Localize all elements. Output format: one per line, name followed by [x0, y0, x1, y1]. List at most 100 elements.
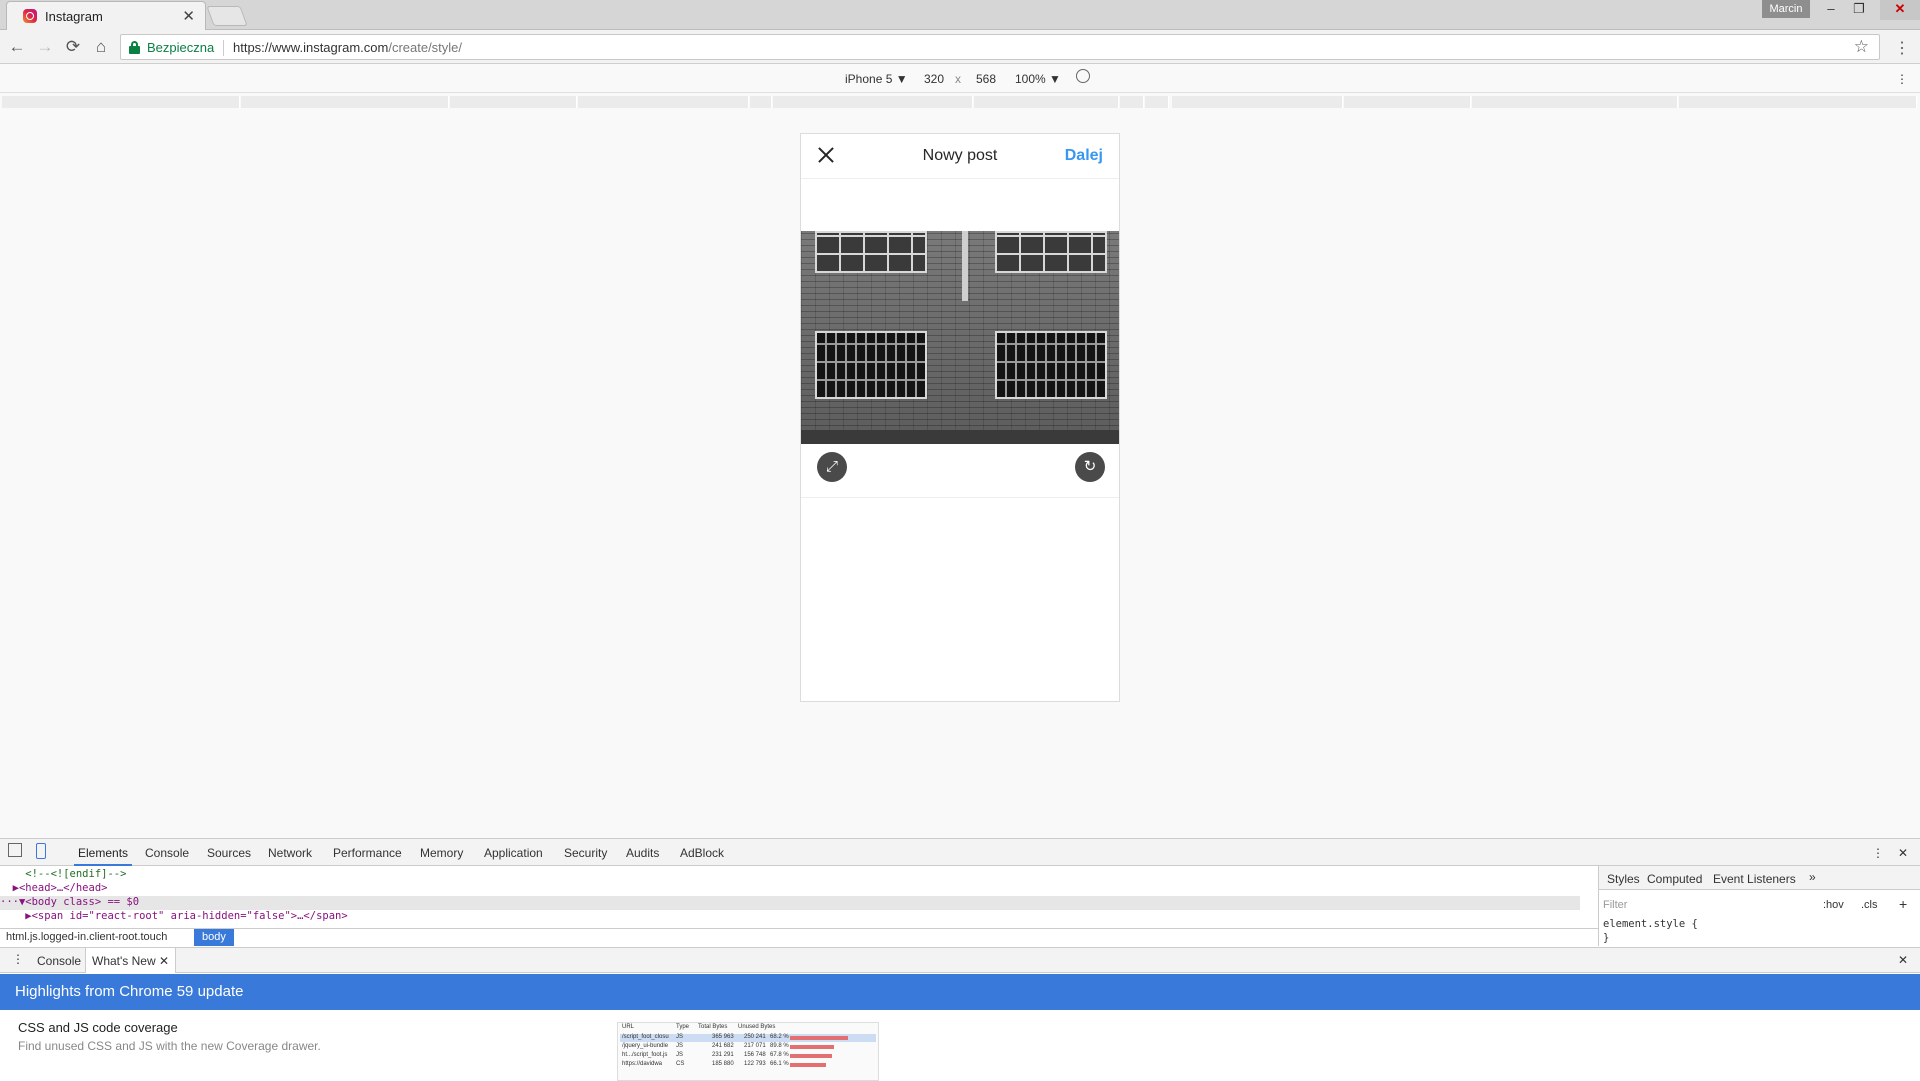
- drawer-tabbar: ⋮ Console What's New ✕ ✕: [0, 947, 1920, 973]
- browser-tab[interactable]: Instagram ✕: [6, 1, 206, 30]
- cov-head-unused: Unused Bytes: [738, 1024, 776, 1030]
- drawer-menu-icon[interactable]: ⋮: [12, 952, 24, 966]
- tab-elements[interactable]: Elements: [73, 846, 133, 866]
- code-line[interactable]: ···▼<body class> == $0: [0, 896, 1580, 910]
- breadcrumb-body[interactable]: body: [194, 929, 234, 946]
- coverage-row: ht.../script_foot.js JS 231 291 156 748 …: [620, 1052, 876, 1060]
- devtools-more-icon[interactable]: ⋮: [1872, 846, 1884, 860]
- cov-pct: 67.8 %: [770, 1052, 789, 1058]
- new-post-header: Nowy post Dalej: [801, 134, 1119, 179]
- tab-adblock[interactable]: AdBlock: [680, 846, 724, 860]
- cov-type: JS: [676, 1052, 684, 1058]
- coverage-screenshot: URL Type Total Bytes Unused Bytes /scrip…: [617, 1022, 879, 1081]
- add-rule-icon[interactable]: +: [1899, 896, 1907, 912]
- cov-unused: 217 071: [744, 1043, 766, 1049]
- tab-security[interactable]: Security: [564, 846, 607, 860]
- drawer-tab-label: What's New: [92, 954, 156, 968]
- device-more-icon[interactable]: ⋮: [1896, 72, 1908, 86]
- cov-total: 365 963: [712, 1034, 734, 1040]
- cov-url: /jquery_ui-bundle: [622, 1043, 669, 1049]
- cov-bar: [790, 1054, 832, 1058]
- browser-menu-icon[interactable]: ⋮: [1894, 38, 1910, 58]
- omnibox-separator: [223, 40, 224, 56]
- cov-total: 185 880: [712, 1061, 734, 1067]
- cov-pct: 68.2 %: [770, 1034, 789, 1040]
- new-tab-button[interactable]: [206, 6, 248, 26]
- code-line[interactable]: <!--<![endif]-->: [0, 868, 1580, 882]
- drawer-close-icon[interactable]: ✕: [1898, 953, 1908, 967]
- bookmark-star-icon[interactable]: ☆: [1854, 37, 1869, 57]
- tab-network[interactable]: Network: [268, 846, 312, 860]
- zoom-select[interactable]: 100% ▼: [1015, 72, 1061, 86]
- cov-bar: [790, 1045, 834, 1049]
- viewport-width-input[interactable]: 320: [924, 72, 944, 86]
- profile-user-badge[interactable]: Marcin: [1762, 0, 1810, 18]
- styles-filter-input[interactable]: Filter: [1603, 899, 1627, 911]
- window-close-button[interactable]: ✕: [1880, 0, 1920, 20]
- device-viewport: Nowy post Dalej ⤢ ↻: [800, 133, 1120, 702]
- rotate-icon[interactable]: [1076, 69, 1090, 83]
- drawer-tab-whats-new[interactable]: What's New ✕: [85, 948, 177, 973]
- viewport-height-input[interactable]: 568: [976, 72, 996, 86]
- drawer-tab-console[interactable]: Console: [37, 954, 81, 968]
- tab-memory[interactable]: Memory: [420, 846, 463, 860]
- tab-performance[interactable]: Performance: [333, 846, 402, 860]
- inspect-icon[interactable]: [8, 843, 22, 857]
- photo-window-bottom-left: [815, 331, 927, 399]
- secure-label[interactable]: Bezpieczna: [147, 40, 214, 55]
- cov-head-type: Type: [676, 1024, 690, 1030]
- cls-toggle[interactable]: .cls: [1861, 899, 1878, 911]
- tab-styles[interactable]: Styles: [1607, 872, 1640, 886]
- code-line[interactable]: ▶<span id="react-root" aria-hidden="fals…: [0, 910, 1580, 924]
- tab-title: Instagram: [45, 9, 103, 24]
- cov-type: JS: [676, 1043, 684, 1049]
- forward-arrow-icon[interactable]: →: [36, 38, 54, 56]
- cov-url: ht.../script_foot.js: [622, 1052, 668, 1058]
- tab-audits[interactable]: Audits: [626, 846, 659, 860]
- code-line[interactable]: ▶<head>…</head>: [0, 882, 1580, 896]
- tab-console[interactable]: Console: [145, 846, 189, 860]
- photo-window-bottom-right: [995, 331, 1107, 399]
- back-arrow-icon[interactable]: ←: [8, 38, 26, 56]
- restore-button[interactable]: ❐: [1845, 0, 1873, 20]
- cov-bar: [790, 1063, 826, 1067]
- reload-icon[interactable]: ⟳: [64, 38, 82, 56]
- more-tabs-icon[interactable]: »: [1809, 870, 1816, 884]
- tab-application[interactable]: Application: [484, 846, 543, 860]
- cov-unused: 122 793: [744, 1061, 766, 1067]
- dimension-separator: x: [955, 72, 961, 86]
- tab-event-listeners[interactable]: Event Listeners: [1713, 872, 1796, 886]
- tab-close-icon[interactable]: ✕: [182, 7, 195, 25]
- coverage-header: URL Type Total Bytes Unused Bytes: [620, 1024, 876, 1032]
- omnibox[interactable]: Bezpieczna https://www.instagram.com/cre…: [120, 34, 1880, 60]
- home-icon[interactable]: ⌂: [92, 38, 110, 56]
- minimize-button[interactable]: –: [1817, 0, 1845, 20]
- feature-description: Find unused CSS and JS with the new Cove…: [18, 1039, 321, 1053]
- device-mode-icon[interactable]: [36, 843, 46, 859]
- styles-pane: Styles Computed Event Listeners » Filter…: [1598, 866, 1920, 946]
- device-select[interactable]: iPhone 5 ▼: [845, 72, 908, 86]
- instagram-favicon-icon: [23, 9, 37, 23]
- devtools-close-icon[interactable]: ✕: [1898, 846, 1908, 860]
- rotate-photo-icon[interactable]: ↻: [1075, 452, 1105, 482]
- hov-toggle[interactable]: :hov: [1823, 899, 1844, 911]
- device-toolbar: iPhone 5 ▼ 320 x 568 100% ▼ ⋮: [0, 65, 1920, 93]
- media-query-ruler[interactable]: [0, 94, 1920, 110]
- drawer-tab-close-icon[interactable]: ✕: [159, 954, 169, 968]
- post-photo-preview[interactable]: [801, 231, 1119, 444]
- elements-tree[interactable]: <!--<![endif]--> ▶<head>…</head> ···▼<bo…: [0, 866, 1580, 926]
- url-text[interactable]: https://www.instagram.com/create/style/: [233, 40, 462, 55]
- devtools-panel: Elements Console Sources Network Perform…: [0, 838, 1920, 1081]
- coverage-row: /script_foot_closu JS 365 963 250 241 68…: [620, 1034, 876, 1042]
- window-titlebar: Instagram ✕ Marcin – ❐ ✕: [0, 0, 1920, 30]
- breadcrumb-html[interactable]: html.js.logged-in.client-root.touch: [6, 931, 167, 943]
- expand-icon[interactable]: ⤢: [817, 452, 847, 482]
- tab-sources[interactable]: Sources: [207, 846, 251, 860]
- tab-computed[interactable]: Computed: [1647, 872, 1702, 886]
- whats-new-banner: Highlights from Chrome 59 update: [0, 974, 1920, 1010]
- lock-icon: [129, 41, 140, 54]
- next-button[interactable]: Dalej: [1065, 147, 1103, 165]
- devtools-tabbar: Elements Console Sources Network Perform…: [0, 839, 1920, 866]
- element-style-rule[interactable]: element.style {: [1603, 918, 1698, 930]
- cov-type: CS: [676, 1061, 685, 1067]
